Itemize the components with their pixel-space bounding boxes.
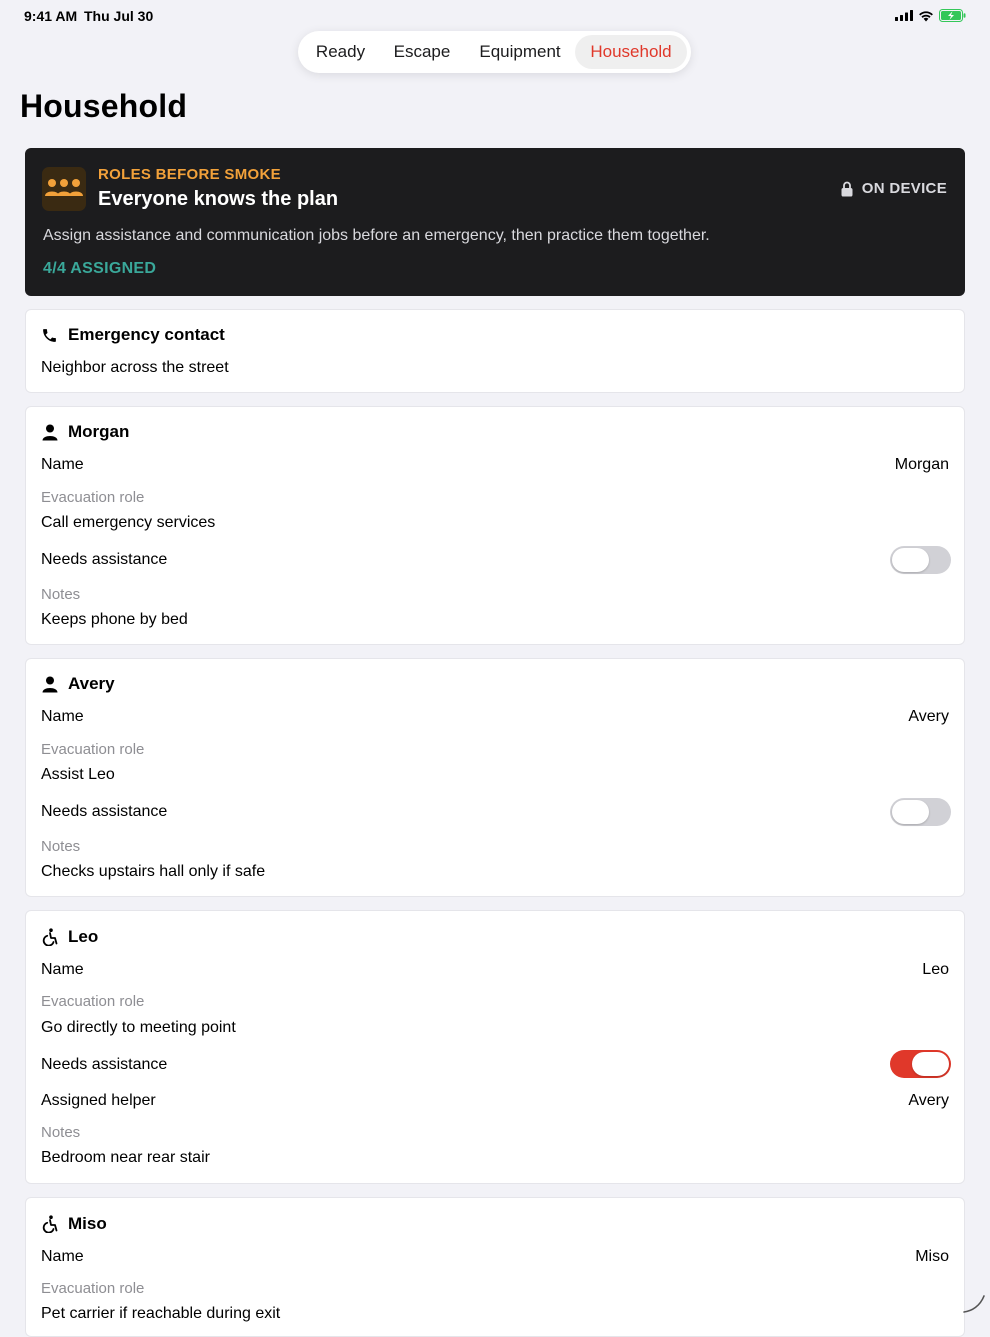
member-heading: Leo: [68, 927, 98, 947]
hero-title: Everyone knows the plan: [98, 188, 338, 211]
evacuation-role-label: Evacuation role: [41, 993, 144, 1010]
page-title: Household: [20, 88, 187, 125]
name-label: Name: [41, 708, 84, 726]
member-heading: Miso: [68, 1214, 107, 1234]
status-date: Thu Jul 30: [84, 8, 153, 24]
lock-icon: [841, 181, 853, 197]
member-card-miso: Miso Name Miso Evacuation role Pet carri…: [25, 1197, 965, 1337]
member-heading: Avery: [68, 674, 115, 694]
needs-assistance-toggle[interactable]: [890, 1050, 951, 1078]
name-value[interactable]: Miso: [915, 1248, 949, 1266]
member-header: Leo: [41, 927, 98, 947]
wifi-icon: [918, 10, 934, 22]
toggle-knob: [892, 800, 929, 824]
evacuation-role-label: Evacuation role: [41, 741, 144, 758]
member-header: Miso: [41, 1214, 107, 1234]
member-header: Morgan: [41, 422, 129, 442]
notes-label: Notes: [41, 1124, 80, 1141]
status-time: 9:41 AM: [24, 8, 77, 24]
name-label: Name: [41, 456, 84, 474]
needs-assistance-toggle[interactable]: [890, 546, 951, 574]
hero-description: Assign assistance and communication jobs…: [43, 227, 710, 245]
notes-value[interactable]: Keeps phone by bed: [41, 611, 188, 629]
notes-value[interactable]: Bedroom near rear stair: [41, 1149, 210, 1167]
section-tabs: Ready Escape Equipment Household: [298, 31, 691, 73]
toggle-knob: [892, 548, 929, 572]
name-value[interactable]: Avery: [908, 708, 949, 726]
tab-equipment[interactable]: Equipment: [465, 35, 575, 69]
emergency-contact-header: Emergency contact: [41, 325, 225, 345]
toggle-knob: [912, 1052, 949, 1076]
cellular-signal-icon: [895, 10, 913, 21]
person-icon: [41, 674, 58, 694]
member-card-morgan: Morgan Name Morgan Evacuation role Call …: [25, 406, 965, 645]
emergency-contact-value: Neighbor across the street: [41, 359, 229, 377]
notes-label: Notes: [41, 838, 80, 855]
notes-value[interactable]: Checks upstairs hall only if safe: [41, 863, 265, 881]
needs-assistance-label: Needs assistance: [41, 1056, 167, 1074]
notes-label: Notes: [41, 586, 80, 603]
phone-icon: [41, 325, 58, 345]
battery-charging-icon: [939, 9, 966, 22]
evacuation-role-value[interactable]: Go directly to meeting point: [41, 1019, 236, 1037]
member-card-avery: Avery Name Avery Evacuation role Assist …: [25, 658, 965, 897]
tab-household[interactable]: Household: [575, 35, 687, 69]
evacuation-role-value[interactable]: Call emergency services: [41, 514, 215, 532]
assigned-helper-value[interactable]: Avery: [908, 1092, 949, 1110]
evacuation-role-label: Evacuation role: [41, 489, 144, 506]
hero-kicker: ROLES BEFORE SMOKE: [98, 166, 281, 183]
tab-escape[interactable]: Escape: [379, 35, 465, 69]
needs-assistance-label: Needs assistance: [41, 551, 167, 569]
emergency-contact-card[interactable]: Emergency contact Neighbor across the st…: [25, 309, 965, 393]
assigned-count: 4/4 ASSIGNED: [43, 260, 156, 278]
accessibility-icon: [41, 1214, 58, 1234]
person-icon: [41, 422, 58, 442]
status-bar: 9:41 AM Thu Jul 30: [0, 0, 990, 32]
roles-summary-card: ROLES BEFORE SMOKE Everyone knows the pl…: [25, 148, 965, 296]
member-card-leo: Leo Name Leo Evacuation role Go directly…: [25, 910, 965, 1184]
evacuation-role-label: Evacuation role: [41, 1280, 144, 1297]
name-value[interactable]: Leo: [922, 961, 949, 979]
member-heading: Morgan: [68, 422, 129, 442]
name-value[interactable]: Morgan: [895, 456, 949, 474]
status-icons: [895, 9, 966, 22]
evacuation-role-value[interactable]: Assist Leo: [41, 766, 115, 784]
needs-assistance-label: Needs assistance: [41, 803, 167, 821]
name-label: Name: [41, 961, 84, 979]
evacuation-role-value[interactable]: Pet carrier if reachable during exit: [41, 1305, 280, 1323]
emergency-contact-title: Emergency contact: [68, 325, 225, 345]
tab-ready[interactable]: Ready: [302, 35, 379, 69]
people-icon: [42, 167, 86, 211]
needs-assistance-toggle[interactable]: [890, 798, 951, 826]
assigned-helper-label: Assigned helper: [41, 1092, 156, 1110]
accessibility-icon: [41, 927, 58, 947]
member-header: Avery: [41, 674, 115, 694]
scroll-indicator: [962, 1294, 986, 1314]
on-device-badge: ON DEVICE: [841, 180, 947, 197]
on-device-label: ON DEVICE: [862, 180, 947, 197]
name-label: Name: [41, 1248, 84, 1266]
